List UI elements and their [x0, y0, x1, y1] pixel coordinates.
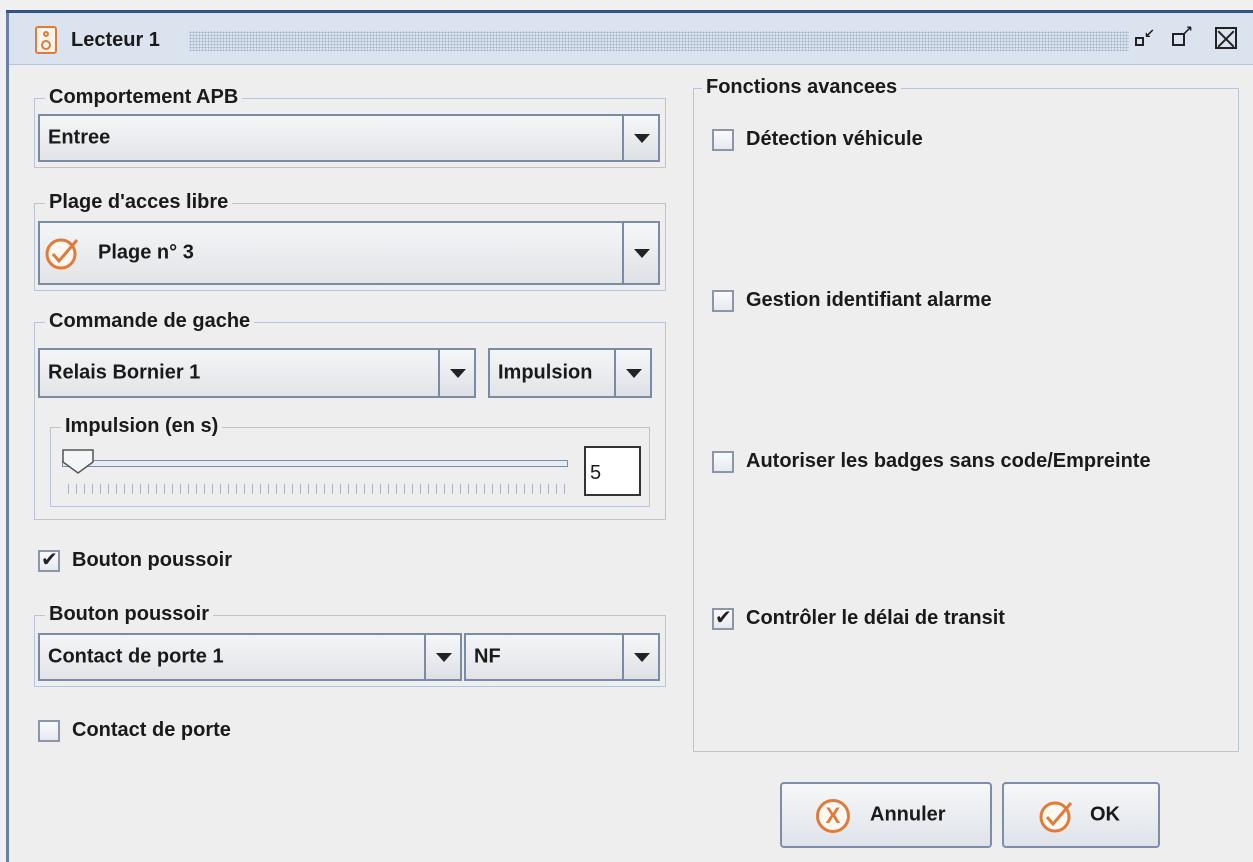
- chevron-down-icon[interactable]: [622, 223, 658, 283]
- minimize-icon[interactable]: ↙: [1133, 27, 1155, 49]
- relais-select[interactable]: Relais Bornier 1: [38, 348, 476, 398]
- impulsion-value-field[interactable]: 5: [584, 446, 641, 496]
- check-icon: ✔: [41, 549, 58, 571]
- comportement-apb-legend: Comportement APB: [45, 85, 243, 109]
- bouton-contact-value: Contact de porte 1: [48, 645, 224, 668]
- plage-acces-select[interactable]: Plage n° 3: [38, 221, 660, 285]
- plage-acces-value: Plage n° 3: [98, 241, 194, 264]
- chevron-down-icon[interactable]: [622, 116, 658, 160]
- chevron-down-icon[interactable]: [614, 350, 650, 396]
- bouton-type-value: NF: [474, 645, 501, 668]
- reader-icon: [35, 26, 57, 54]
- chevron-down-icon[interactable]: [622, 635, 658, 679]
- badges-sans-code-checkbox[interactable]: [712, 451, 734, 473]
- chevron-down-icon[interactable]: [424, 635, 460, 679]
- gestion-alarme-label[interactable]: Gestion identifiant alarme: [746, 289, 992, 312]
- commande-gache-legend: Commande de gache: [45, 309, 255, 333]
- bouton-type-select[interactable]: NF: [464, 633, 660, 681]
- ok-button-label: OK: [1090, 803, 1120, 826]
- cancel-button-label: Annuler: [870, 803, 946, 826]
- contact-porte-checkbox[interactable]: [38, 720, 60, 742]
- dialog-window: Lecteur 1 ↙ ↗ Comportement APB Entree Pl…: [0, 0, 1253, 862]
- contact-porte-checkbox-label[interactable]: Contact de porte: [72, 719, 231, 742]
- close-icon[interactable]: [1215, 27, 1237, 49]
- impulsion-slider-thumb[interactable]: [62, 449, 94, 474]
- fonctions-avancees-group: Fonctions avancees: [693, 75, 1239, 752]
- gache-mode-select[interactable]: Impulsion: [488, 348, 652, 398]
- gache-mode-value: Impulsion: [498, 361, 593, 384]
- window-frame-top: [0, 0, 1253, 10]
- relais-value: Relais Bornier 1: [48, 361, 201, 384]
- title-bar-pattern: [189, 31, 1129, 51]
- impulsion-group: Impulsion (en s): [50, 414, 650, 507]
- comportement-apb-select[interactable]: Entree: [38, 114, 660, 162]
- impulsion-slider-track[interactable]: [62, 460, 568, 467]
- check-icon: ✔: [715, 607, 732, 629]
- window-border-left: [6, 10, 9, 862]
- comportement-apb-value: Entree: [48, 126, 111, 149]
- bouton-poussoir-checkbox[interactable]: ✔: [38, 549, 60, 572]
- bouton-contact-select[interactable]: Contact de porte 1: [38, 633, 462, 681]
- detection-vehicule-label[interactable]: Détection véhicule: [746, 128, 923, 151]
- ok-button[interactable]: OK: [1002, 782, 1160, 848]
- gestion-alarme-checkbox[interactable]: [712, 290, 734, 312]
- chevron-down-icon[interactable]: [438, 350, 474, 396]
- delai-transit-label[interactable]: Contrôler le délai de transit: [746, 607, 1005, 630]
- impulsion-value: 5: [590, 462, 602, 484]
- check-circle-icon: [45, 238, 79, 270]
- fonctions-avancees-legend: Fonctions avancees: [702, 75, 902, 99]
- title-bar[interactable]: Lecteur 1 ↙ ↗: [9, 13, 1253, 65]
- impulsion-slider-ticks: [68, 484, 566, 494]
- detection-vehicule-checkbox[interactable]: [712, 129, 734, 151]
- window-title: Lecteur 1: [71, 29, 160, 51]
- delai-transit-checkbox[interactable]: ✔: [712, 607, 734, 630]
- impulsion-legend: Impulsion (en s): [61, 414, 223, 438]
- cancel-circle-icon: X: [816, 799, 850, 833]
- cancel-button[interactable]: X Annuler: [780, 782, 992, 848]
- plage-acces-legend: Plage d'acces libre: [45, 190, 233, 214]
- badges-sans-code-label[interactable]: Autoriser les badges sans code/Empreinte: [746, 450, 1151, 473]
- maximize-icon[interactable]: ↗: [1170, 24, 1193, 49]
- check-circle-icon: [1039, 801, 1073, 833]
- bouton-poussoir-legend: Bouton poussoir: [45, 602, 213, 626]
- bouton-poussoir-checkbox-label[interactable]: Bouton poussoir: [72, 549, 232, 572]
